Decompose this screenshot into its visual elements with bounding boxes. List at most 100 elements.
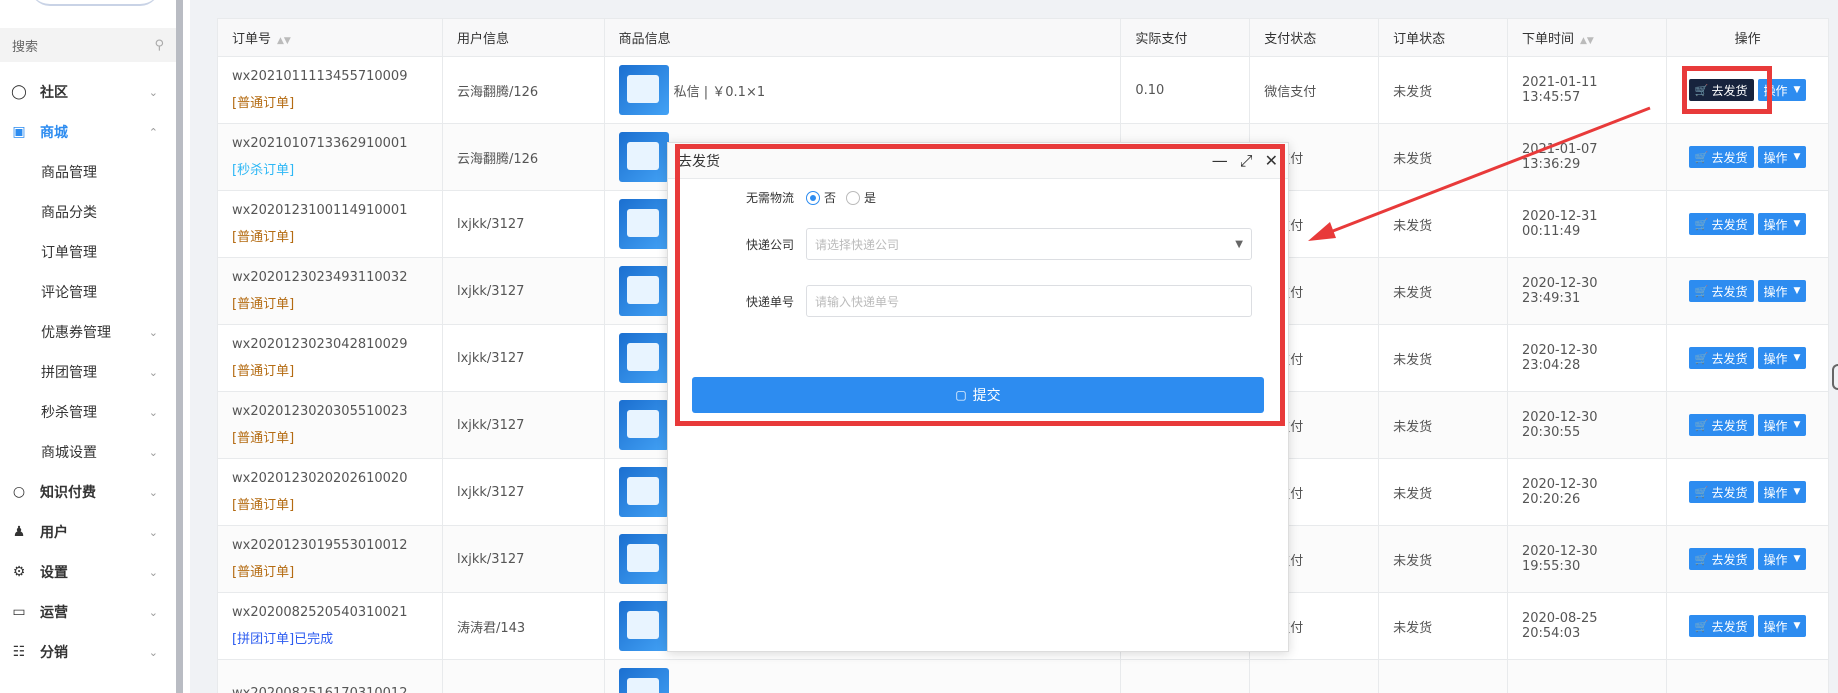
sidebar-subitem[interactable]: 评论管理 bbox=[0, 272, 176, 312]
sidebar-item[interactable]: ♟ 用户 ⌄ bbox=[0, 512, 176, 552]
cart-icon: 🛒 bbox=[1694, 83, 1709, 97]
time-cell: 2020-08-25 20:54:03 bbox=[1506, 592, 1668, 660]
company-select[interactable]: 请选择快递公司 ▼ bbox=[806, 228, 1252, 260]
radio-yes[interactable]: 是 bbox=[846, 189, 876, 206]
ship-button[interactable]: 🛒 去发货 bbox=[1688, 347, 1754, 369]
operations-dropdown-button[interactable]: 操作 ▼ bbox=[1757, 347, 1807, 369]
col-order-no[interactable]: 订单号 ▲▼ bbox=[217, 18, 443, 57]
search-icon[interactable]: ⚲ bbox=[154, 38, 164, 53]
ship-button[interactable]: 🛒 去发货 bbox=[1688, 213, 1754, 235]
sidebar-item[interactable]: ☷ 分销 ⌄ bbox=[0, 632, 176, 672]
order-status-cell bbox=[1378, 659, 1508, 693]
minimize-icon[interactable]: — bbox=[1212, 151, 1228, 170]
sidebar-item-label: 社区 bbox=[40, 85, 68, 101]
actions-cell bbox=[1666, 659, 1829, 693]
chevron-down-icon: ⌄ bbox=[148, 85, 158, 99]
operations-dropdown-button[interactable]: 操作 ▼ bbox=[1757, 280, 1807, 302]
time-cell bbox=[1506, 659, 1668, 693]
operations-dropdown-button[interactable]: 操作 ▼ bbox=[1757, 213, 1807, 235]
radio-no[interactable]: 否 bbox=[806, 189, 836, 206]
ship-button[interactable]: 🛒 去发货 bbox=[1688, 280, 1754, 302]
user-info: 涛涛君/143 bbox=[456, 620, 526, 636]
order-number: wx2021010713362910001 bbox=[232, 136, 408, 151]
no-logistics-row: 无需物流 否 是 bbox=[668, 189, 1290, 206]
user-icon: ♟ bbox=[12, 524, 26, 540]
cart-icon: 🛒 bbox=[1694, 619, 1709, 633]
sidebar-item[interactable]: ▣ 商城 ⌃ bbox=[0, 112, 176, 152]
ship-button[interactable]: 🛒 去发货 bbox=[1688, 414, 1754, 436]
sidebar-item-label: 知识付费 bbox=[40, 485, 96, 501]
tracking-number-input[interactable]: 请输入快递单号 bbox=[806, 285, 1252, 317]
sidebar-subitem[interactable]: 拼团管理 ⌄ bbox=[0, 352, 176, 392]
company-placeholder: 请选择快递公司 bbox=[815, 237, 900, 252]
time-cell: 2021-01-07 13:36:29 bbox=[1506, 123, 1668, 191]
product-thumbnail bbox=[618, 601, 669, 651]
user-info: lxjkk/3127 bbox=[456, 350, 525, 366]
order-number: wx2020123020202610020 bbox=[232, 471, 408, 486]
scroll-handle[interactable] bbox=[1832, 364, 1838, 390]
product-thumbnail bbox=[618, 534, 669, 584]
sidebar-item[interactable]: ⚙ 设置 ⌄ bbox=[0, 552, 176, 592]
sidebar-search[interactable]: 搜索 ⚲ bbox=[0, 28, 176, 62]
chevron-down-icon: ⌄ bbox=[148, 325, 158, 339]
number-row: 快递单号 请输入快递单号 bbox=[668, 285, 1290, 317]
operations-dropdown-button[interactable]: 操作 ▼ bbox=[1757, 615, 1807, 637]
sort-icon[interactable]: ▲▼ bbox=[1580, 36, 1594, 46]
sidebar-item[interactable]: ○ 知识付费 ⌄ bbox=[0, 472, 176, 512]
chevron-down-icon[interactable]: ▼ bbox=[1235, 239, 1243, 250]
order-type-tag: [普通订单] bbox=[232, 297, 295, 312]
caret-down-icon: ▼ bbox=[1793, 219, 1801, 229]
col-pay-status: 支付状态 bbox=[1249, 18, 1380, 57]
sidebar-item-label: 运营 bbox=[40, 605, 68, 621]
caret-down-icon: ▼ bbox=[1793, 85, 1801, 95]
sidebar-subitem[interactable]: 优惠券管理 ⌄ bbox=[0, 312, 176, 352]
order-time: 2020-08-25 20:54:03 bbox=[1521, 611, 1598, 641]
maximize-icon[interactable]: ⤢ bbox=[1240, 151, 1253, 171]
time-cell: 2020-12-31 00:11:49 bbox=[1506, 190, 1668, 258]
ship-button[interactable]: 🛒 去发货 bbox=[1688, 548, 1754, 570]
submit-button[interactable]: ▢ 提交 bbox=[692, 377, 1264, 413]
product-thumbnail bbox=[618, 65, 669, 115]
col-paid: 实际支付 bbox=[1120, 18, 1251, 57]
sidebar-subitem[interactable]: 商城设置 ⌄ bbox=[0, 432, 176, 472]
actions-cell: 🛒 去发货 操作 ▼ bbox=[1666, 190, 1829, 258]
order-number: wx2021011113455710009 bbox=[232, 69, 408, 84]
operations-dropdown-button[interactable]: 操作 ▼ bbox=[1757, 414, 1807, 436]
caret-down-icon: ▼ bbox=[1793, 621, 1801, 631]
operations-dropdown-button[interactable]: 操作 ▼ bbox=[1757, 146, 1807, 168]
sidebar-item-label: 分销 bbox=[40, 645, 68, 661]
order-status: 未发货 bbox=[1393, 419, 1433, 435]
operations-dropdown-button[interactable]: 操作 ▼ bbox=[1757, 79, 1807, 101]
pay-status-cell: 微信支付 bbox=[1249, 56, 1380, 124]
chat-icon: ◯ bbox=[11, 84, 27, 100]
caret-down-icon: ▼ bbox=[1793, 353, 1801, 363]
sidebar-item[interactable]: ▭ 运营 ⌄ bbox=[0, 592, 176, 632]
actions-cell: 🛒 去发货 操作 ▼ bbox=[1666, 592, 1829, 660]
time-cell: 2020-12-30 20:30:55 bbox=[1506, 391, 1668, 459]
actions-cell: 🛒 去发货 操作 ▼ bbox=[1666, 525, 1829, 593]
close-icon[interactable]: ✕ bbox=[1265, 151, 1278, 170]
ship-button[interactable]: 🛒 去发货 bbox=[1688, 79, 1754, 101]
pay-status: 微信支付 bbox=[1264, 84, 1317, 100]
col-time[interactable]: 下单时间 ▲▼ bbox=[1506, 18, 1668, 57]
order-status: 未发货 bbox=[1393, 553, 1433, 569]
sort-icon[interactable]: ▲▼ bbox=[277, 36, 291, 46]
order-status-cell: 未发货 bbox=[1378, 324, 1508, 392]
product-thumbnail bbox=[618, 333, 669, 383]
sidebar-subitem[interactable]: 秒杀管理 ⌄ bbox=[0, 392, 176, 432]
cart-icon: 🛒 bbox=[1694, 485, 1709, 499]
sidebar-subitem[interactable]: 商品分类 bbox=[0, 192, 176, 232]
ship-button[interactable]: 🛒 去发货 bbox=[1688, 481, 1754, 503]
cart-icon: 🛒 bbox=[1694, 284, 1709, 298]
operations-dropdown-button[interactable]: 操作 ▼ bbox=[1757, 548, 1807, 570]
sidebar-item[interactable]: ◯ 社区 ⌄ bbox=[0, 72, 176, 112]
ship-button[interactable]: 🛒 去发货 bbox=[1688, 146, 1754, 168]
sidebar-subitem[interactable]: 订单管理 bbox=[0, 232, 176, 272]
operations-dropdown-button[interactable]: 操作 ▼ bbox=[1757, 481, 1807, 503]
ship-button[interactable]: 🛒 去发货 bbox=[1688, 615, 1754, 637]
order-type-tag: [普通订单] bbox=[232, 364, 295, 379]
user-cell: 涛涛君/143 bbox=[441, 592, 605, 660]
radio-dot[interactable] bbox=[846, 190, 861, 205]
sidebar-subitem[interactable]: 商品管理 bbox=[0, 152, 176, 192]
radio-dot[interactable] bbox=[806, 190, 820, 205]
